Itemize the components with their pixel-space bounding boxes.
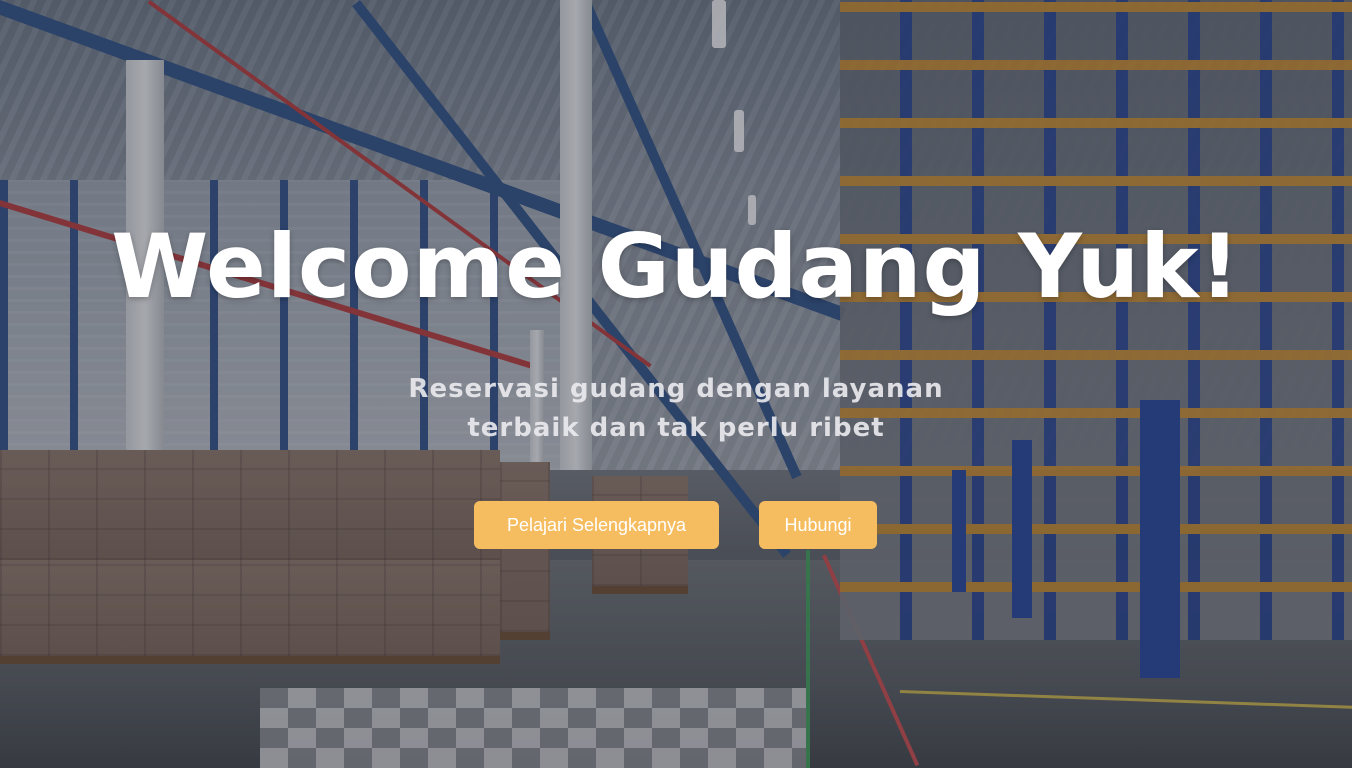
hero-subtitle: Reservasi gudang dengan layanan terbaik … — [0, 370, 1352, 448]
hero-subtitle-line-2: terbaik dan tak perlu ribet — [467, 413, 885, 443]
hero-section: Welcome Gudang Yuk! Reservasi gudang den… — [0, 0, 1352, 768]
hero-subtitle-line-1: Reservasi gudang dengan layanan — [408, 374, 944, 404]
hero-title: Welcome Gudang Yuk! — [111, 215, 1241, 318]
contact-button[interactable]: Hubungi — [759, 501, 877, 549]
learn-more-button[interactable]: Pelajari Selengkapnya — [474, 501, 719, 549]
hero-content: Welcome Gudang Yuk! Reservasi gudang den… — [0, 0, 1352, 768]
